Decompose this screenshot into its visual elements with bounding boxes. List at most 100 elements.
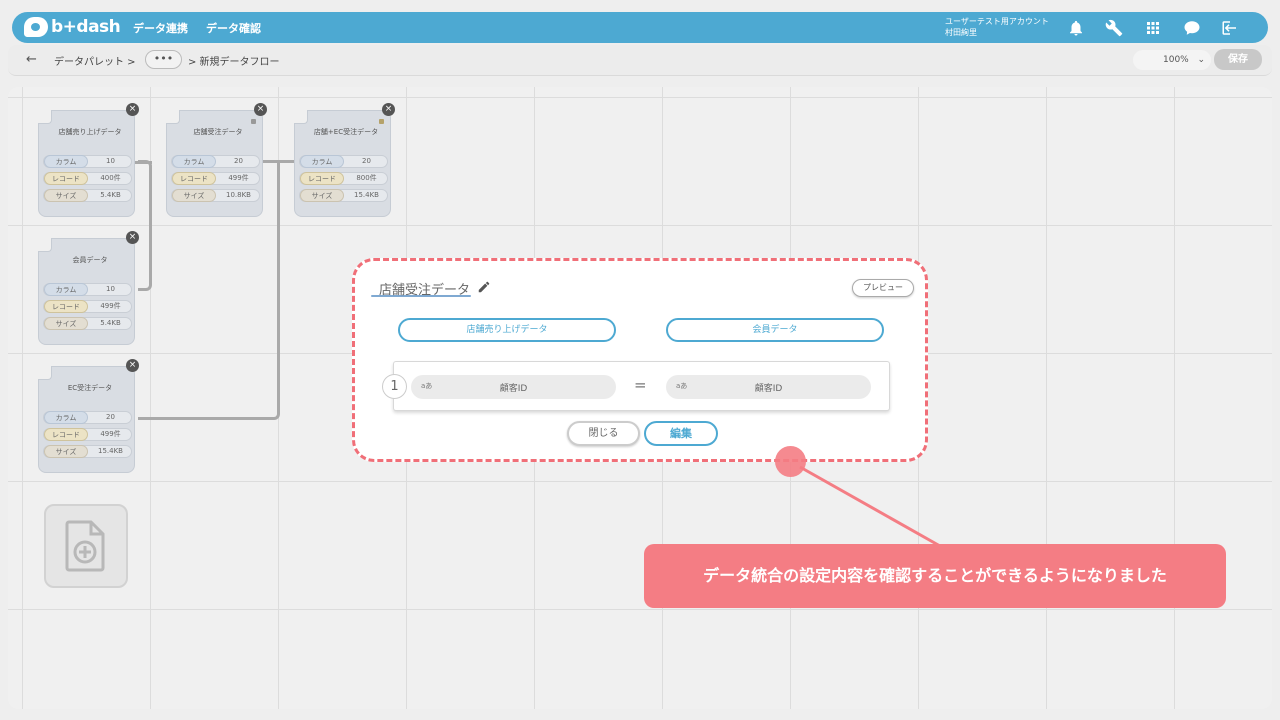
card-corner	[166, 110, 180, 124]
join-condition-row: 1 aあ 顧客ID = aあ 顧客ID	[382, 361, 890, 411]
top-navbar: b+dash データ連携 データ確認 ユーザーテスト用アカウント 村田絢里	[12, 12, 1268, 43]
column-count-row: カラム 10	[43, 155, 132, 168]
size-label: サイズ	[172, 189, 216, 202]
size-label: サイズ	[44, 317, 88, 330]
close-icon[interactable]: ×	[254, 103, 267, 116]
left-key-field[interactable]: aあ 顧客ID	[411, 375, 616, 399]
nav-data-integration[interactable]: データ連携	[133, 20, 188, 36]
logo-text: b+dash	[51, 17, 121, 37]
right-key-name: 顧客ID	[754, 384, 783, 394]
close-icon[interactable]: ×	[126, 359, 139, 372]
column-value: 20	[362, 157, 371, 165]
logout-icon[interactable]	[1220, 18, 1240, 38]
size-row: サイズ 5.4KB	[43, 189, 132, 202]
merge-badge-icon	[251, 119, 256, 124]
left-source-pill[interactable]: 店舗売り上げデータ	[398, 318, 616, 342]
pencil-icon[interactable]	[477, 280, 491, 294]
add-data-button[interactable]	[44, 504, 128, 588]
record-label: レコード	[172, 172, 216, 185]
size-label: サイズ	[300, 189, 344, 202]
size-value: 5.4KB	[100, 319, 121, 327]
chat-bubble-icon[interactable]	[1182, 18, 1202, 38]
right-source-pill[interactable]: 会員データ	[666, 318, 884, 342]
apps-grid-icon[interactable]	[1143, 18, 1163, 38]
column-value: 10	[106, 157, 115, 165]
account-info[interactable]: ユーザーテスト用アカウント 村田絢里	[945, 16, 1049, 38]
record-value: 499件	[228, 174, 249, 182]
column-label: カラム	[44, 411, 88, 424]
size-row: サイズ 10.8KB	[171, 189, 260, 202]
equals-operator: =	[634, 376, 647, 394]
join-settings-dialog: 店舗受注データ プレビュー 店舗売り上げデータ 会員データ 1 aあ 顧客ID …	[352, 258, 928, 462]
column-count-row: カラム 20	[299, 155, 388, 168]
column-value: 20	[234, 157, 243, 165]
card-title: EC受注データ	[67, 384, 113, 392]
data-card-store-sales[interactable]: 店舗売り上げデータ × カラム 10 レコード 400件 サイズ 5.4KB	[38, 103, 139, 217]
column-label: カラム	[44, 283, 88, 296]
right-key-field[interactable]: aあ 顧客ID	[666, 375, 871, 399]
nav-data-check[interactable]: データ確認	[206, 20, 261, 36]
record-label: レコード	[300, 172, 344, 185]
pointer-dot	[775, 446, 806, 477]
card-title: 店舗+EC受注データ	[313, 128, 379, 136]
size-row: サイズ 15.4KB	[299, 189, 388, 202]
dialog-title: 店舗受注データ	[379, 283, 471, 298]
card-title: 店舗売り上げデータ	[58, 128, 122, 136]
breadcrumb-current: > 新規データフロー	[188, 57, 280, 68]
record-count-row: レコード 400件	[43, 172, 132, 185]
data-card-ec-orders[interactable]: EC受注データ × カラム 20 レコード 499件 サイズ 15.4KB	[38, 359, 139, 473]
card-title: 会員データ	[72, 256, 108, 264]
breadcrumb-bar: ← データパレット > ••• > 新規データフロー 100% ⌄ 保存	[8, 45, 1272, 76]
column-count-row: カラム 20	[43, 411, 132, 424]
size-value: 5.4KB	[100, 191, 121, 199]
edit-button[interactable]: 編集	[644, 421, 718, 446]
bell-icon[interactable]	[1066, 18, 1086, 38]
record-value: 400件	[100, 174, 121, 182]
chevron-down-icon: ⌄	[1197, 55, 1205, 65]
condition-index: 1	[382, 374, 407, 399]
size-row: サイズ 15.4KB	[43, 445, 132, 458]
record-count-row: レコード 499件	[171, 172, 260, 185]
callout-message: データ統合の設定内容を確認することができるようになりました	[644, 544, 1226, 608]
card-corner	[294, 110, 308, 124]
record-label: レコード	[44, 172, 88, 185]
user-name: 村田絢里	[945, 28, 977, 37]
close-icon[interactable]: ×	[126, 103, 139, 116]
size-label: サイズ	[44, 445, 88, 458]
close-button[interactable]: 閉じる	[567, 421, 640, 446]
breadcrumb-more-button[interactable]: •••	[145, 50, 182, 69]
column-value: 10	[106, 285, 115, 293]
preview-button[interactable]: プレビュー	[852, 279, 914, 297]
record-label: レコード	[44, 300, 88, 313]
record-label: レコード	[44, 428, 88, 441]
zoom-value: 100%	[1163, 55, 1189, 65]
back-arrow-icon[interactable]: ←	[26, 52, 37, 67]
zoom-select[interactable]: 100% ⌄	[1133, 50, 1211, 70]
size-label: サイズ	[44, 189, 88, 202]
record-count-row: レコード 499件	[43, 300, 132, 313]
wrench-icon[interactable]	[1104, 18, 1124, 38]
column-value: 20	[106, 413, 115, 421]
breadcrumb-root[interactable]: データパレット >	[54, 53, 136, 68]
data-card-store-orders[interactable]: 店舗受注データ × カラム 20 レコード 499件 サイズ 10.8KB	[166, 103, 267, 217]
size-value: 10.8KB	[226, 191, 251, 199]
column-count-row: カラム 10	[43, 283, 132, 296]
record-count-row: レコード 499件	[43, 428, 132, 441]
account-name: ユーザーテスト用アカウント	[945, 17, 1049, 26]
record-count-row: レコード 800件	[299, 172, 388, 185]
size-value: 15.4KB	[98, 447, 123, 455]
save-button[interactable]: 保存	[1214, 49, 1262, 70]
size-row: サイズ 5.4KB	[43, 317, 132, 330]
column-label: カラム	[172, 155, 216, 168]
union-badge-icon	[379, 119, 384, 124]
column-label: カラム	[44, 155, 88, 168]
close-icon[interactable]: ×	[126, 231, 139, 244]
record-value: 499件	[100, 302, 121, 310]
card-corner	[38, 238, 52, 252]
data-card-members[interactable]: 会員データ × カラム 10 レコード 499件 サイズ 5.4KB	[38, 231, 139, 345]
logo-bubble-icon	[24, 17, 48, 37]
logo[interactable]: b+dash	[24, 16, 121, 38]
data-card-store-ec-orders[interactable]: 店舗+EC受注データ × カラム 20 レコード 800件 サイズ 15.4KB	[294, 103, 395, 217]
close-icon[interactable]: ×	[382, 103, 395, 116]
column-count-row: カラム 20	[171, 155, 260, 168]
